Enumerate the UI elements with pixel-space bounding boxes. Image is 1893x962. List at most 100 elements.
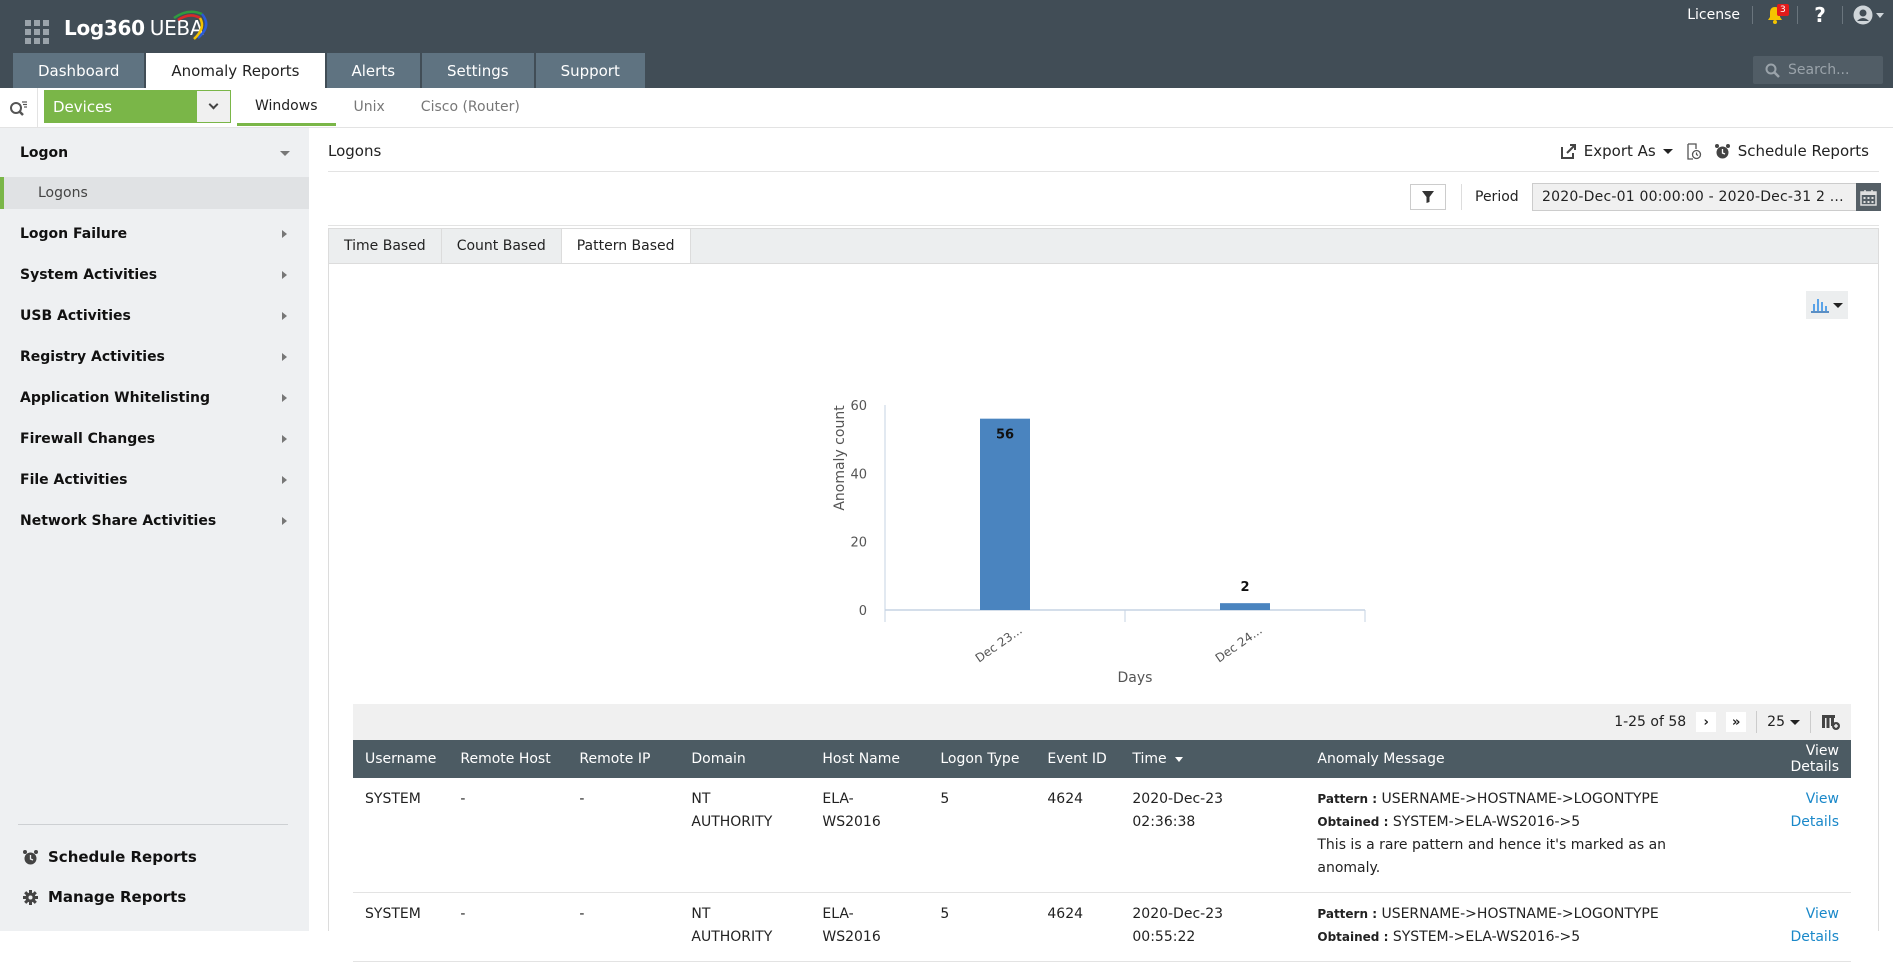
- notifications-button[interactable]: 3: [1753, 0, 1797, 30]
- period-input[interactable]: 2020-Dec-01 00:00:00 - 2020-Dec-31 2 ...: [1532, 183, 1859, 211]
- help-icon[interactable]: ?: [1798, 3, 1842, 27]
- manage-reports-label: Manage Reports: [48, 888, 187, 906]
- tab-windows[interactable]: Windows: [237, 88, 336, 126]
- time-date: 2020-Dec-23: [1132, 906, 1224, 922]
- data-label-1: 2: [1240, 580, 1249, 595]
- sidebar-manage-reports[interactable]: Manage Reports: [22, 888, 186, 906]
- calendar-button[interactable]: [1856, 183, 1881, 211]
- app-launcher-icon[interactable]: [25, 20, 49, 44]
- license-link[interactable]: License: [1675, 7, 1752, 23]
- schedule-reports-button[interactable]: Schedule Reports: [1714, 142, 1869, 160]
- filter-button[interactable]: [1410, 184, 1446, 210]
- anomaly-description: This is a rare pattern and hence it's ma…: [1317, 837, 1667, 876]
- report-history-icon[interactable]: [1685, 142, 1702, 160]
- col-remote-host[interactable]: Remote Host: [448, 740, 568, 778]
- caret-down-icon: [1833, 302, 1843, 308]
- sidebar-group-logon[interactable]: Logon: [0, 133, 309, 173]
- logo-arc-icon: [173, 10, 208, 40]
- column-chooser-icon[interactable]: [1821, 713, 1841, 731]
- view-details-link[interactable]: View Details: [1741, 892, 1851, 962]
- col-domain[interactable]: Domain: [679, 740, 811, 778]
- schedule-reports-label: Schedule Reports: [48, 848, 197, 866]
- tab-time-based[interactable]: Time Based: [329, 229, 442, 263]
- tab-pattern-based[interactable]: Pattern Based: [561, 229, 691, 263]
- category-select[interactable]: Devices: [44, 90, 231, 123]
- caret-right-icon: [282, 517, 287, 525]
- report-actions: Export As Schedule Reports: [1560, 142, 1869, 160]
- host-line2: WS2016: [822, 814, 881, 830]
- domain-line1: NT: [691, 791, 711, 807]
- export-button[interactable]: Export As: [1560, 142, 1673, 160]
- next-page-button[interactable]: ›: [1696, 712, 1717, 732]
- time-clock: 00:55:22: [1132, 929, 1196, 945]
- tab-dashboard[interactable]: Dashboard: [13, 53, 145, 88]
- category-select-value: Devices: [53, 97, 113, 116]
- tab-alerts[interactable]: Alerts: [326, 53, 421, 88]
- anomaly-bar-chart: Anomaly count Days 0 20 40 60 56 Dec 23... 2 De…: [832, 399, 1366, 686]
- schedule-reports-label: Schedule Reports: [1737, 142, 1869, 160]
- pattern-line: Pattern : USERNAME->HOSTNAME->LOGONTYPE: [1317, 903, 1729, 926]
- export-label: Export As: [1583, 142, 1656, 160]
- obtained-line: Obtained : SYSTEM->ELA-WS2016->5: [1317, 811, 1729, 834]
- cell-logon-type: 5: [928, 778, 1036, 893]
- tab-count-based[interactable]: Count Based: [442, 229, 562, 263]
- tab-cisco-router[interactable]: Cisco (Router): [403, 88, 538, 126]
- domain-line2: AUTHORITY: [691, 814, 773, 830]
- user-menu[interactable]: [1843, 5, 1893, 25]
- tab-settings[interactable]: Settings: [422, 53, 534, 88]
- main-content: Logons Export As Schedule Reports Period…: [309, 128, 1893, 962]
- sidebar-item-logons[interactable]: Logons: [0, 177, 309, 209]
- last-page-button[interactable]: »: [1726, 712, 1747, 732]
- y-tick-label: 40: [850, 467, 867, 482]
- chevron-down-icon: [208, 99, 219, 110]
- cell-event-id: 4624: [1035, 778, 1121, 893]
- cell-time: 2020-Dec-23 02:36:38: [1120, 778, 1306, 893]
- sidebar-group-file-activities[interactable]: File Activities: [0, 460, 309, 500]
- col-event-id[interactable]: Event ID: [1035, 740, 1121, 778]
- pattern-label: Pattern :: [1317, 792, 1377, 806]
- col-logon-type[interactable]: Logon Type: [928, 740, 1036, 778]
- sidebar-group-application-whitelisting[interactable]: Application Whitelisting: [0, 378, 309, 418]
- divider: [37, 88, 38, 128]
- cell-domain: NT AUTHORITY: [679, 892, 811, 962]
- tab-unix[interactable]: Unix: [336, 88, 403, 126]
- col-time-label: Time: [1132, 751, 1167, 767]
- caret-right-icon: [282, 271, 287, 279]
- col-remote-ip[interactable]: Remote IP: [567, 740, 680, 778]
- page-size-select[interactable]: 25: [1767, 714, 1800, 730]
- search-icon: [1765, 63, 1780, 78]
- chart-type-selector[interactable]: [1806, 291, 1848, 319]
- obtained-label: Obtained :: [1317, 930, 1389, 944]
- sidebar-group-firewall-changes[interactable]: Firewall Changes: [0, 419, 309, 459]
- calendar-icon: [1860, 189, 1877, 206]
- sidebar-group-network-share-activities[interactable]: Network Share Activities: [0, 501, 309, 541]
- sidebar-group-logon-failure[interactable]: Logon Failure: [0, 214, 309, 254]
- domain-line2: AUTHORITY: [691, 929, 773, 945]
- sidebar-group-registry-activities[interactable]: Registry Activities: [0, 337, 309, 377]
- cell-username: SYSTEM: [353, 892, 449, 962]
- col-anomaly-message[interactable]: Anomaly Message: [1305, 740, 1741, 778]
- advanced-search-icon[interactable]: [6, 96, 30, 120]
- col-username[interactable]: Username: [353, 740, 449, 778]
- cell-anomaly-message: Pattern : USERNAME->HOSTNAME->LOGONTYPE …: [1305, 892, 1741, 962]
- sidebar-group-label: Application Whitelisting: [20, 390, 210, 406]
- col-time[interactable]: Time: [1120, 740, 1306, 778]
- x-tick-label: Dec 24...: [1213, 623, 1265, 665]
- view-details-link[interactable]: View Details: [1741, 778, 1851, 893]
- divider: [1810, 711, 1811, 733]
- search-input[interactable]: [1788, 62, 1878, 78]
- sidebar-group-usb-activities[interactable]: USB Activities: [0, 296, 309, 336]
- sort-desc-icon: [1174, 756, 1183, 762]
- time-date: 2020-Dec-23: [1132, 791, 1224, 807]
- tab-support[interactable]: Support: [535, 53, 645, 88]
- category-dropdown-toggle[interactable]: [197, 91, 230, 122]
- host-line2: WS2016: [822, 929, 881, 945]
- cell-time: 2020-Dec-23 00:55:22: [1120, 892, 1306, 962]
- sidebar-schedule-reports[interactable]: Schedule Reports: [22, 848, 197, 866]
- cell-host-name: ELA- WS2016: [810, 778, 929, 893]
- table-header-row: Username Remote Host Remote IP Domain Ho…: [353, 740, 1851, 778]
- divider: [1756, 711, 1758, 733]
- sidebar-group-system-activities[interactable]: System Activities: [0, 255, 309, 295]
- tab-anomaly-reports[interactable]: Anomaly Reports: [146, 53, 325, 88]
- col-host-name[interactable]: Host Name: [810, 740, 929, 778]
